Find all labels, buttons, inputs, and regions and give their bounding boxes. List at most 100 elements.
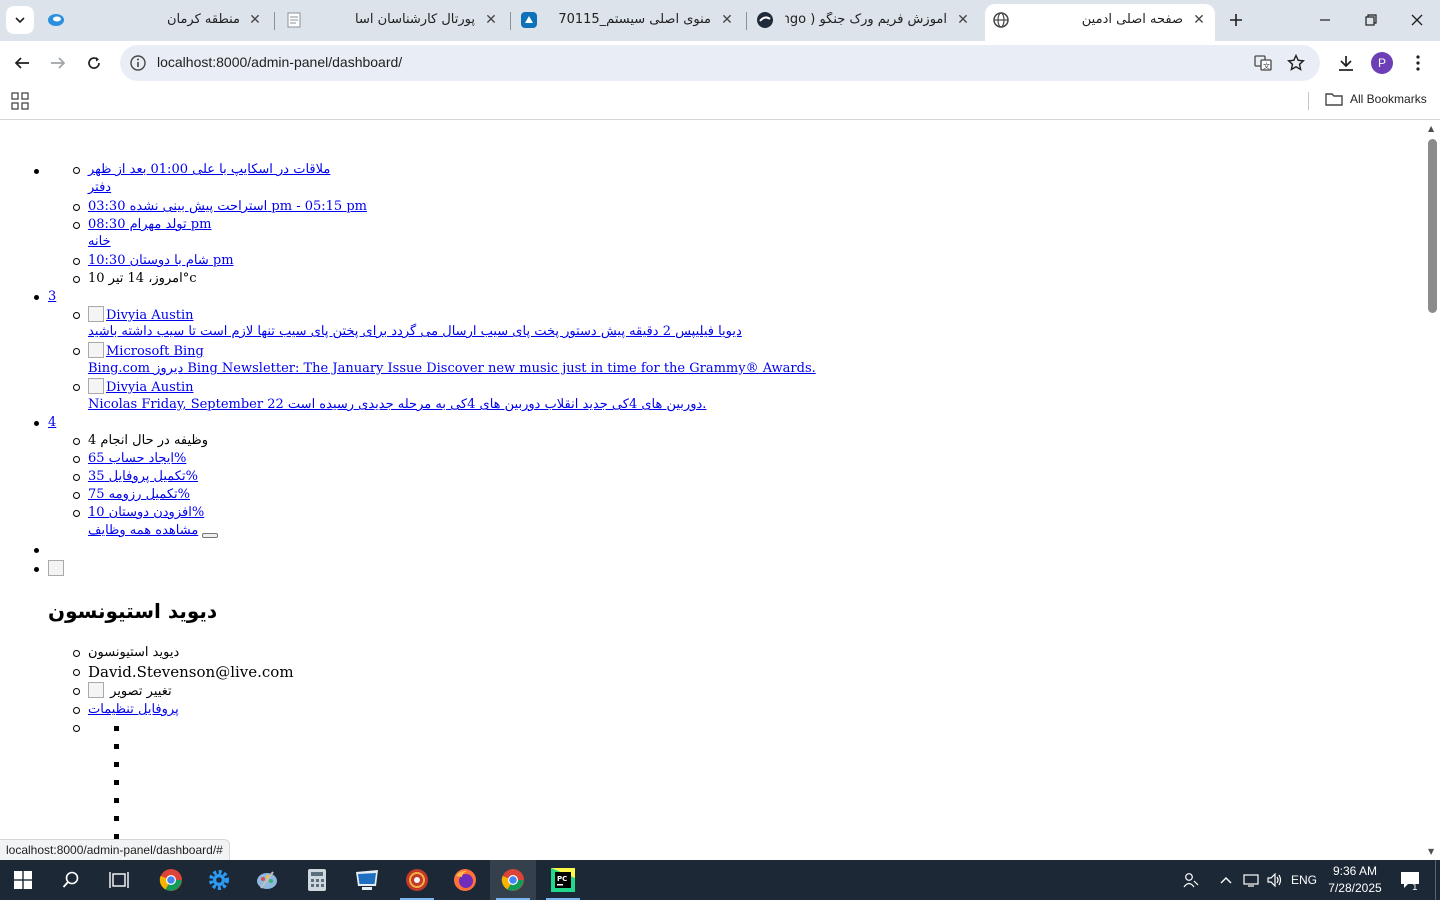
- clock-date: 7/28/2025: [1328, 881, 1382, 895]
- profile-settings-link[interactable]: پروفایل تنظیمات: [88, 702, 179, 717]
- close-window-button[interactable]: [1394, 0, 1440, 40]
- bookmarks-bar: All Bookmarks: [0, 86, 1440, 120]
- task-link[interactable]: ایجاد حساب 65%: [88, 451, 186, 466]
- address-bar[interactable]: localhost:8000/admin-panel/dashboard/ 文: [120, 45, 1320, 81]
- schedule-link[interactable]: ملاقات در اسکایپ با علی 01:00 بعد از ظهر: [88, 162, 330, 177]
- reload-icon: [88, 57, 100, 69]
- close-icon[interactable]: ✕: [245, 10, 265, 30]
- search-button[interactable]: [48, 860, 94, 900]
- action-center-button[interactable]: 1: [1394, 860, 1426, 900]
- chevron-up-icon: [1220, 877, 1232, 884]
- tab-title: آموزش فریم ورک جنگو ( Django: [785, 12, 947, 27]
- message-avatar-alt[interactable]: Divyia Austin: [106, 380, 194, 395]
- site-info-icon[interactable]: [130, 55, 146, 71]
- schedule-link[interactable]: استراحت پیش بینی نشده 03:30 pm - 05:15 p…: [88, 199, 367, 214]
- show-desktop-button[interactable]: [1435, 860, 1440, 900]
- browser-tab[interactable]: منطقه کرمان ✕: [40, 4, 272, 37]
- restore-button[interactable]: [1348, 0, 1394, 40]
- task-view-button[interactable]: [96, 860, 142, 900]
- tasks-count-link[interactable]: 4: [48, 415, 56, 430]
- taskbar-calculator[interactable]: [294, 860, 340, 900]
- site-favicon-icon: [757, 12, 773, 28]
- volume-button[interactable]: [1264, 860, 1286, 900]
- message-text: Bing.com دیروز Bing Newsletter: The Janu…: [88, 360, 816, 378]
- taskbar-remote-desktop[interactable]: [344, 860, 390, 900]
- edge-favicon-icon: [48, 14, 64, 26]
- taskbar-paint[interactable]: [244, 860, 290, 900]
- close-icon[interactable]: ✕: [717, 10, 737, 30]
- translate-icon[interactable]: 文: [1254, 54, 1272, 72]
- message-link[interactable]: Nicolas Friday, September 22 دوربین های …: [88, 397, 706, 412]
- tab-strip: منطقه کرمان ✕ پورتال کارشناسان آسا ✕ منو…: [0, 0, 1440, 41]
- schedule-link[interactable]: دفتر: [88, 180, 111, 195]
- scrollbar-thumb[interactable]: [1428, 139, 1437, 313]
- input-language[interactable]: ENG: [1288, 860, 1320, 900]
- star-icon[interactable]: [1287, 54, 1305, 72]
- list-item: دفتر: [88, 179, 111, 197]
- people-button[interactable]: [1178, 860, 1204, 900]
- url-text[interactable]: localhost:8000/admin-panel/dashboard/: [157, 54, 402, 70]
- back-button[interactable]: [7, 48, 37, 78]
- nav-item-messages: 3: [33, 288, 56, 306]
- chrome-icon: [159, 869, 182, 891]
- user-name-small: دیوید استیونسون: [72, 645, 180, 660]
- taskbar-settings[interactable]: [196, 860, 242, 900]
- close-icon[interactable]: ✕: [481, 10, 501, 30]
- all-bookmarks-button[interactable]: All Bookmarks: [1325, 92, 1427, 106]
- forward-button[interactable]: [43, 48, 73, 78]
- browser-tab-active[interactable]: صفحه اصلی ادمین ✕: [985, 4, 1215, 41]
- taskbar-chrome-active[interactable]: [490, 860, 536, 900]
- message-avatar-alt[interactable]: Divyia Austin: [106, 308, 194, 323]
- scroll-up-icon[interactable]: ▲: [1428, 124, 1434, 133]
- browser-tab[interactable]: منوی اصلی سیستم_70115 ✕: [513, 4, 743, 37]
- task-link[interactable]: تکمیل پروفایل 35%: [88, 469, 198, 484]
- network-button[interactable]: [1240, 860, 1262, 900]
- browser-tab[interactable]: آموزش فریم ورک جنگو ( Django ✕: [749, 4, 979, 37]
- message-avatar-alt[interactable]: Microsoft Bing: [106, 344, 204, 359]
- scroll-down-icon[interactable]: ▼: [1428, 847, 1434, 856]
- taskbar-clock[interactable]: 9:36 AM 7/28/2025: [1320, 863, 1390, 897]
- view-all-tasks-link[interactable]: مشاهده همه وظایف: [88, 523, 198, 538]
- task-link[interactable]: افزودن دوستان 10%: [88, 505, 204, 520]
- reload-button[interactable]: [79, 48, 109, 78]
- task-item: ایجاد حساب 65%: [72, 450, 186, 468]
- list-item: شام با دوستان 10:30 pm: [73, 252, 234, 270]
- schedule-link[interactable]: تولد مهرام 08:30 pm: [88, 217, 211, 232]
- taskbar-app-red[interactable]: [394, 860, 440, 900]
- vertical-scrollbar[interactable]: ▲ ▼: [1425, 121, 1440, 860]
- profile-button[interactable]: P: [1369, 50, 1395, 76]
- change-photo-item[interactable]: تغییر تصویر: [73, 682, 172, 701]
- messages-count-link[interactable]: 3: [48, 289, 56, 304]
- schedule-link[interactable]: شام با دوستان 10:30 pm: [88, 253, 234, 268]
- show-hidden-icons-button[interactable]: [1214, 860, 1238, 900]
- minimize-button[interactable]: [1302, 0, 1348, 40]
- start-button[interactable]: [0, 860, 46, 900]
- menu-button[interactable]: [1405, 50, 1431, 76]
- close-icon[interactable]: ✕: [1189, 10, 1209, 30]
- taskbar-firefox[interactable]: [442, 860, 488, 900]
- document-favicon-icon: [287, 12, 301, 28]
- message-link[interactable]: دیویا فیلیپس 2 دقیقه پیش دستور پخت پای س…: [88, 324, 742, 339]
- task-item: افزودن دوستان 10%: [72, 504, 204, 522]
- new-tab-button[interactable]: [1222, 6, 1250, 34]
- small-button[interactable]: [202, 533, 219, 538]
- taskbar-pycharm[interactable]: PC: [540, 860, 586, 900]
- task-link[interactable]: تکمیل رزومه 75%: [88, 487, 190, 502]
- schedule-link[interactable]: خانه: [88, 234, 111, 249]
- bookmarks-separator: [1308, 92, 1309, 110]
- downloads-button[interactable]: [1333, 50, 1359, 76]
- broken-image-icon: [88, 342, 104, 358]
- message-link[interactable]: Bing.com دیروز Bing Newsletter: The Janu…: [88, 361, 816, 376]
- taskbar-chrome[interactable]: [148, 860, 194, 900]
- user-avatar-image[interactable]: [48, 560, 64, 576]
- browser-tab[interactable]: پورتال کارشناسان آسا ✕: [277, 4, 507, 37]
- weather-today: امروز، 14 تیر 10°c: [73, 271, 197, 286]
- apps-grid-icon[interactable]: [11, 92, 29, 110]
- tab-title: منطقه کرمان: [166, 12, 240, 27]
- app-favicon-icon: [521, 12, 537, 28]
- tab-search-button[interactable]: [6, 6, 34, 34]
- nav-item-user[interactable]: [34, 560, 66, 579]
- palette-icon: [257, 871, 277, 889]
- svg-text:文: 文: [1263, 62, 1270, 71]
- close-icon[interactable]: ✕: [953, 10, 973, 30]
